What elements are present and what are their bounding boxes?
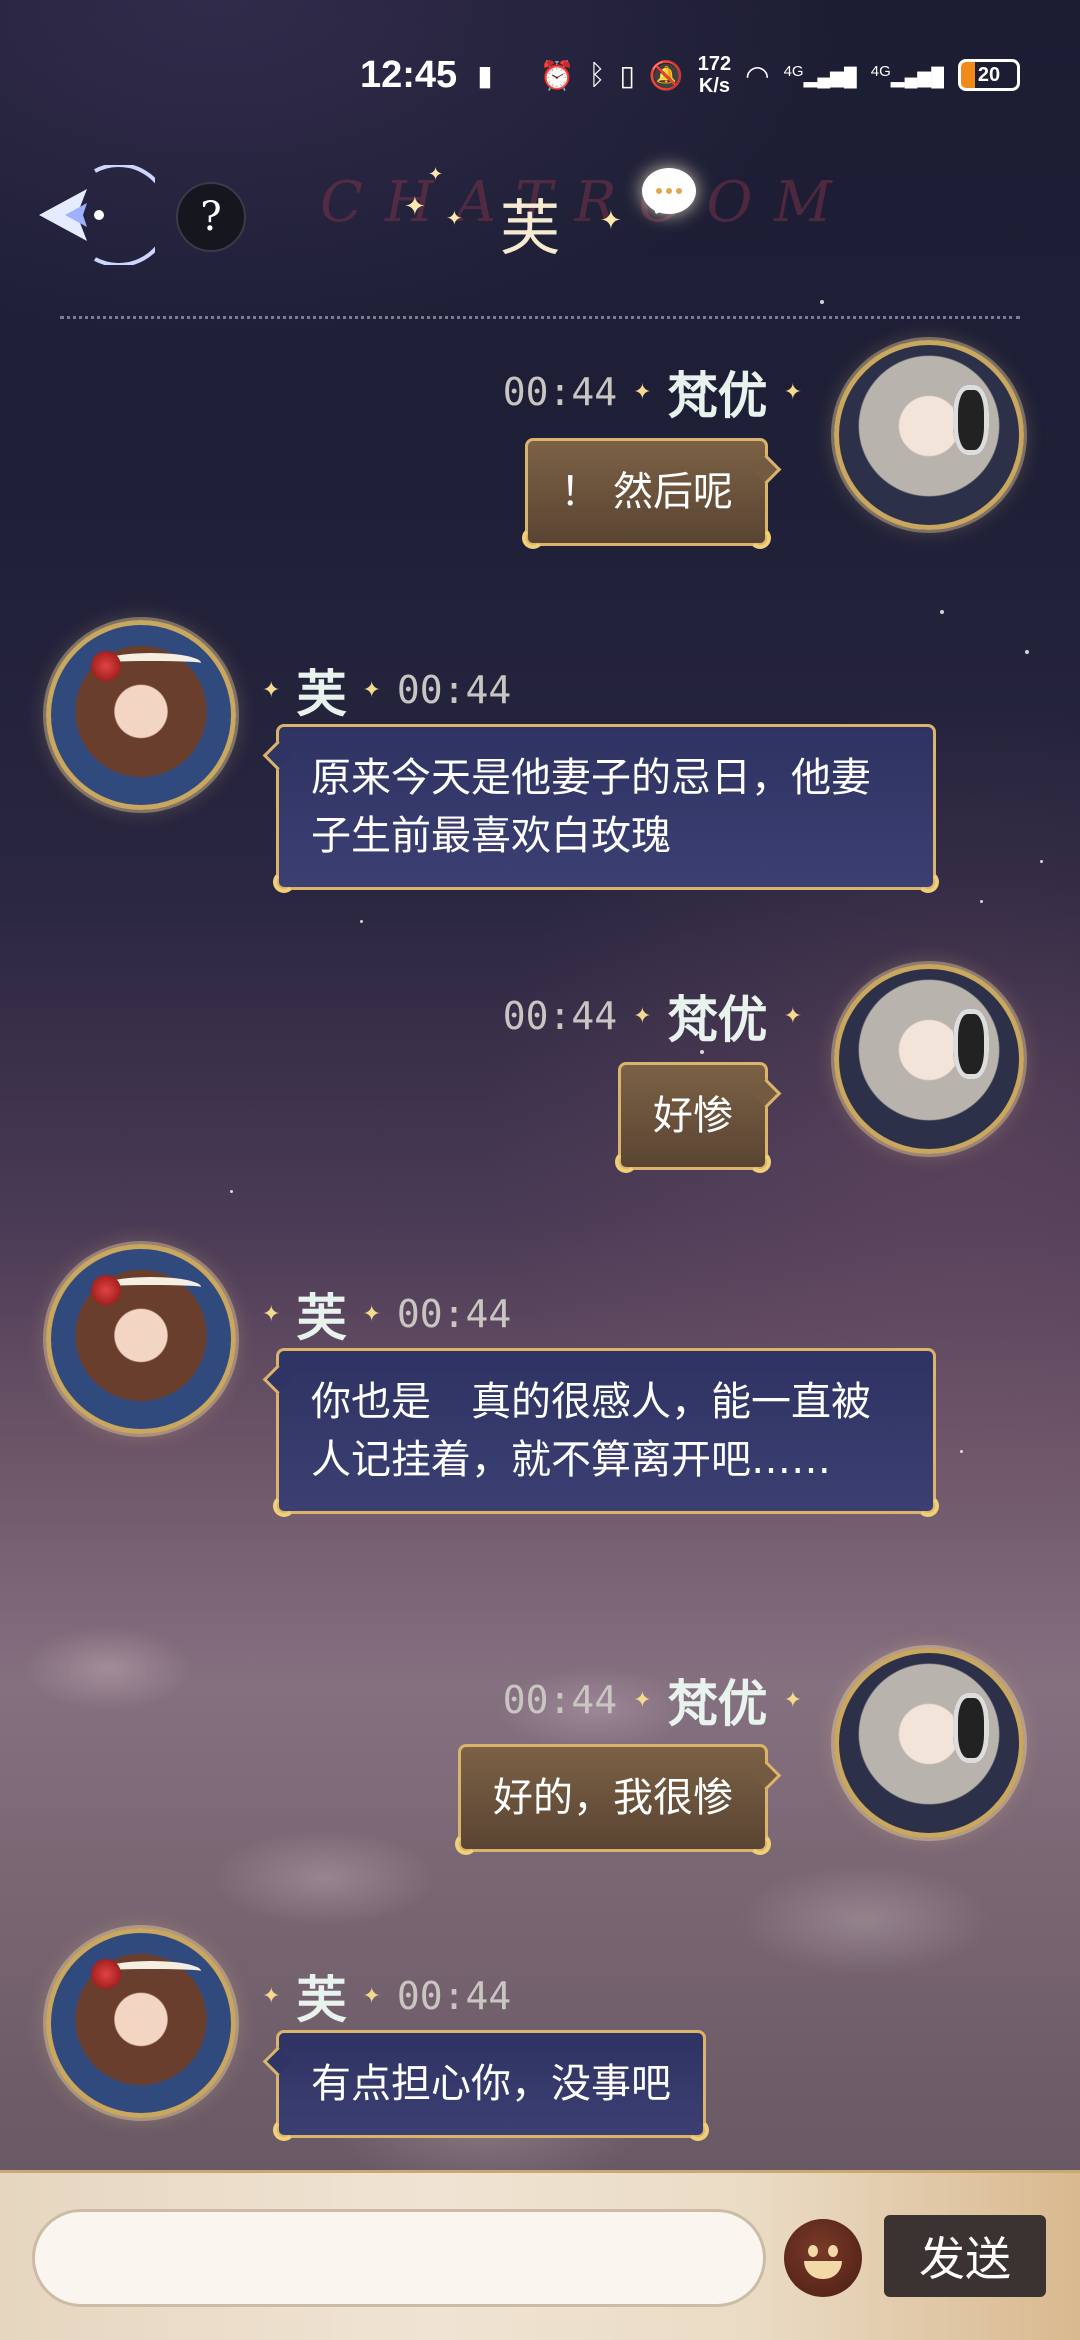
sparkle-icon: ✦ — [428, 164, 444, 185]
signal-icon-2: 4G▂▄▆█ — [870, 62, 944, 87]
message-bubble[interactable]: 原来今天是他妻子的忌日，他妻子生前最喜欢白玫瑰 — [273, 724, 939, 893]
network-speed-value: 172 — [697, 53, 732, 75]
bluetooth-icon: ᛒ — [588, 59, 606, 90]
message-bubble[interactable]: 你也是 真的很感人，能一直被人记挂着，就不算离开吧…… — [273, 1348, 939, 1517]
sparkle-icon: ✦ — [600, 206, 622, 236]
message-time: 00:44 — [396, 668, 512, 712]
sender-name: 梵优 — [667, 990, 768, 1049]
message-meta: 00:44 ✦ 梵优 ✦ — [503, 980, 802, 1052]
vibrate-icon: ▯ — [619, 59, 635, 91]
message-text: 有点担心你，没事吧 — [311, 2061, 671, 2107]
signal-label-1: 4G — [783, 62, 804, 80]
message-bubble[interactable]: 好的，我很惨 — [455, 1744, 771, 1855]
message-meta: 00:44 ✦ 梵优 ✦ — [503, 1664, 802, 1736]
sparkle-icon: ✦ — [633, 1687, 652, 1713]
sim-icon: ▮ — [477, 59, 493, 91]
battery-icon: 20 — [958, 59, 1020, 91]
signal-icon-1: 4G▂▄▆█ — [783, 62, 857, 87]
network-speed: 172 K/s — [698, 53, 731, 97]
message-meta: ✦ 芙 ✦ 00:44 — [262, 1960, 511, 2032]
sparkle-icon: ✦ — [362, 1301, 381, 1327]
message-meta: ✦ 芙 ✦ 00:44 — [262, 654, 511, 726]
sparkle-icon: ✦ — [633, 379, 652, 405]
chatroom-title: 芙 — [500, 194, 560, 264]
message-time: 00:44 — [396, 1974, 512, 2018]
emoji-face-icon — [808, 2245, 818, 2257]
mute-icon: 🔕 — [648, 59, 684, 91]
message-text: ！ 然后呢 — [560, 469, 733, 515]
sparkle-icon: ✦ — [783, 1003, 802, 1029]
send-button[interactable]: 发送 — [884, 2215, 1046, 2297]
message-time: 00:44 — [502, 994, 618, 1038]
message-time: 00:44 — [396, 1292, 512, 1336]
sender-name: 梵优 — [667, 366, 768, 425]
network-speed-unit: K/s — [698, 75, 730, 97]
message-time: 00:44 — [502, 1678, 618, 1722]
sparkle-icon: ✦ — [262, 677, 281, 703]
emoji-face-icon — [804, 2261, 842, 2279]
sparkle-icon: ✦ — [262, 1983, 281, 2009]
sparkle-icon: ✦ — [362, 677, 381, 703]
message-time: 00:44 — [502, 370, 618, 414]
back-button[interactable] — [20, 160, 160, 270]
sparkle-icon: ✦ — [404, 192, 426, 222]
chat-bubble-icon — [642, 168, 696, 214]
sender-name: 芙 — [296, 1288, 347, 1347]
wifi-icon: ◠ — [745, 59, 770, 91]
sparkle-icon: ✦ — [783, 379, 802, 405]
message-bubble[interactable]: 有点担心你，没事吧 — [273, 2030, 709, 2141]
message-text: 好的，我很惨 — [493, 1775, 733, 1821]
status-bar: 12:45 ▮ ⏰ ᛒ ▯ 🔕 172 K/s ◠ 4G▂▄▆█ 4G▂▄▆█ … — [0, 0, 1080, 150]
avatar-fanyou[interactable] — [834, 340, 1024, 530]
message-meta: ✦ 芙 ✦ 00:44 — [262, 1278, 511, 1350]
chatroom-watermark: CHATROOM — [320, 170, 854, 235]
avatar-fanyou[interactable] — [834, 1648, 1024, 1838]
message-input-bar: 发送 — [0, 2170, 1080, 2340]
message-meta: 00:44 ✦ 梵优 ✦ — [503, 356, 802, 428]
message-text: 你也是 真的很感人，能一直被人记挂着，就不算离开吧…… — [311, 1379, 871, 1483]
sparkle-icon: ✦ — [262, 1301, 281, 1327]
back-arrow-icon — [39, 165, 155, 265]
avatar-fanyou[interactable] — [834, 964, 1024, 1154]
sparkle-icon: ✦ — [783, 1687, 802, 1713]
avatar-fu[interactable] — [46, 1928, 236, 2118]
sparkle-icon: ✦ — [446, 206, 463, 230]
message-bubble[interactable]: 好惨 — [615, 1062, 771, 1173]
sender-name: 芙 — [296, 664, 347, 723]
header-divider — [60, 316, 1020, 319]
chatroom-header: ? CHATROOM ✦ ✦ ✦ 芙 ✦ — [0, 150, 1080, 320]
sender-name: 芙 — [296, 1970, 347, 2029]
status-time: 12:45 — [360, 53, 458, 96]
emoji-face-icon — [828, 2245, 838, 2257]
emoji-button[interactable] — [784, 2219, 862, 2297]
sparkle-icon: ✦ — [633, 1003, 652, 1029]
alarm-icon: ⏰ — [539, 59, 575, 91]
signal-label-2: 4G — [870, 62, 891, 80]
status-icons: ⏰ ᛒ ▯ 🔕 172 K/s ◠ 4G▂▄▆█ 4G▂▄▆█ 20 — [540, 53, 1020, 97]
sender-name: 梵优 — [667, 1674, 768, 1733]
avatar-fu[interactable] — [46, 1244, 236, 1434]
message-bubble[interactable]: ！ 然后呢 — [522, 438, 771, 549]
message-text: 原来今天是他妻子的忌日，他妻子生前最喜欢白玫瑰 — [311, 755, 871, 859]
help-button[interactable]: ? — [176, 182, 246, 252]
sparkle-icon: ✦ — [362, 1983, 381, 2009]
message-text: 好惨 — [653, 1093, 733, 1139]
message-input[interactable] — [32, 2209, 766, 2307]
avatar-fu[interactable] — [46, 620, 236, 810]
